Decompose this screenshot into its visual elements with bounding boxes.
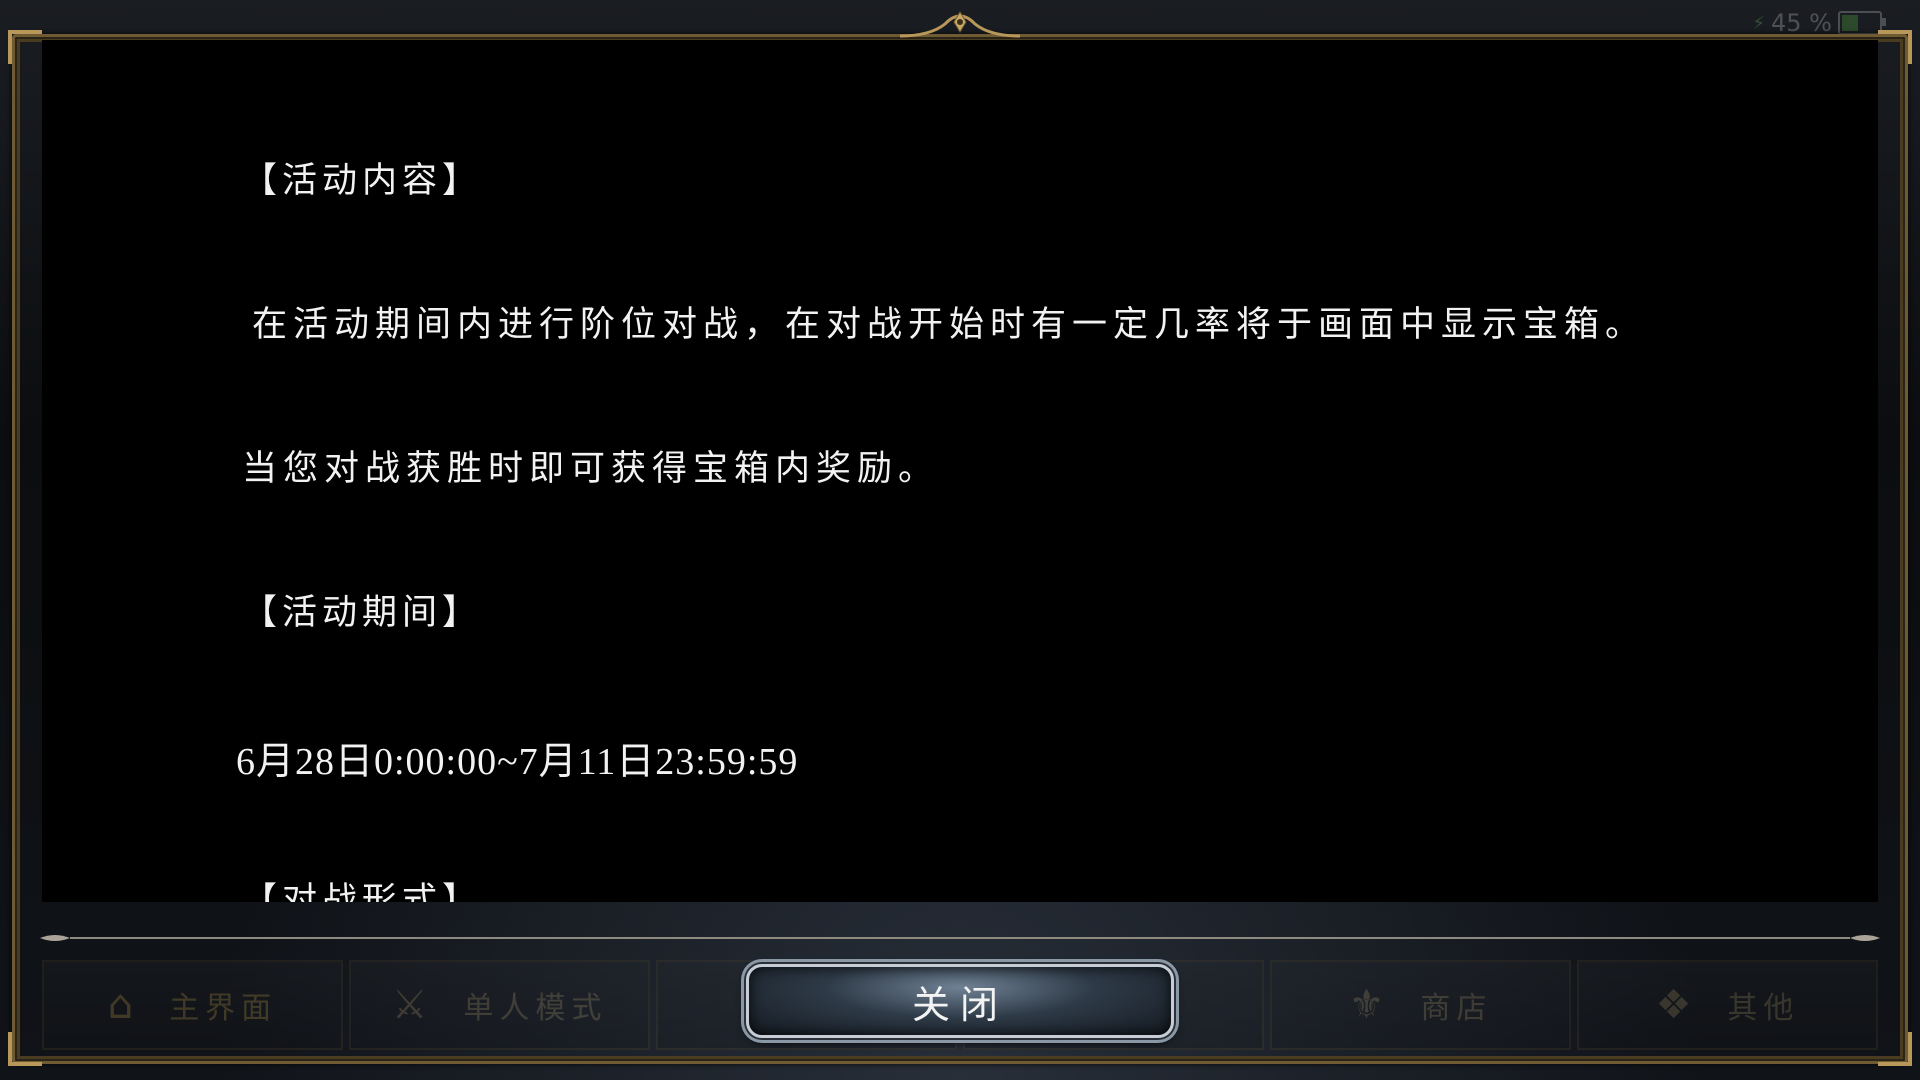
frame-corner bbox=[8, 1032, 42, 1066]
frame-crest-ornament bbox=[899, 11, 1021, 38]
heading-event-period: 【活动期间】 bbox=[242, 593, 483, 633]
battery-percent: 45 % bbox=[1771, 9, 1832, 37]
charging-icon: ⚡ bbox=[1752, 12, 1766, 34]
notice-text-panel[interactable]: 【活动内容】 在活动期间内进行阶位对战，在对战开始时有一定几率将于画面中显示宝箱… bbox=[42, 40, 1878, 902]
heading-battle-format: 【对战形式】 bbox=[242, 881, 483, 902]
body-line-1: 在活动期间内进行阶位对战，在对战开始时有一定几率将于画面中显示宝箱。 bbox=[252, 305, 1647, 345]
game-screen: ⚡ 45 % ⌂ 主界面 ⚔ 单人模式 ✕ 对战 ▯ 卡牌 ⚜ 商店 ❖ 其他 bbox=[0, 0, 1920, 1080]
frame-corner bbox=[8, 30, 42, 64]
body-line-2: 当您对战获胜时即可获得宝箱内奖励。 bbox=[242, 449, 940, 489]
heading-event-content: 【活动内容】 bbox=[242, 161, 483, 201]
battery-indicator: ⚡ 45 % bbox=[1752, 9, 1886, 37]
battery-icon bbox=[1838, 11, 1886, 35]
event-period-text: 6月28日0:00:00~7月11日23:59:59 bbox=[236, 741, 799, 783]
ornamental-divider bbox=[40, 935, 1880, 941]
frame-corner bbox=[1878, 1032, 1912, 1066]
frame-corner bbox=[1878, 30, 1912, 64]
close-button[interactable]: 关闭 bbox=[746, 964, 1174, 1038]
